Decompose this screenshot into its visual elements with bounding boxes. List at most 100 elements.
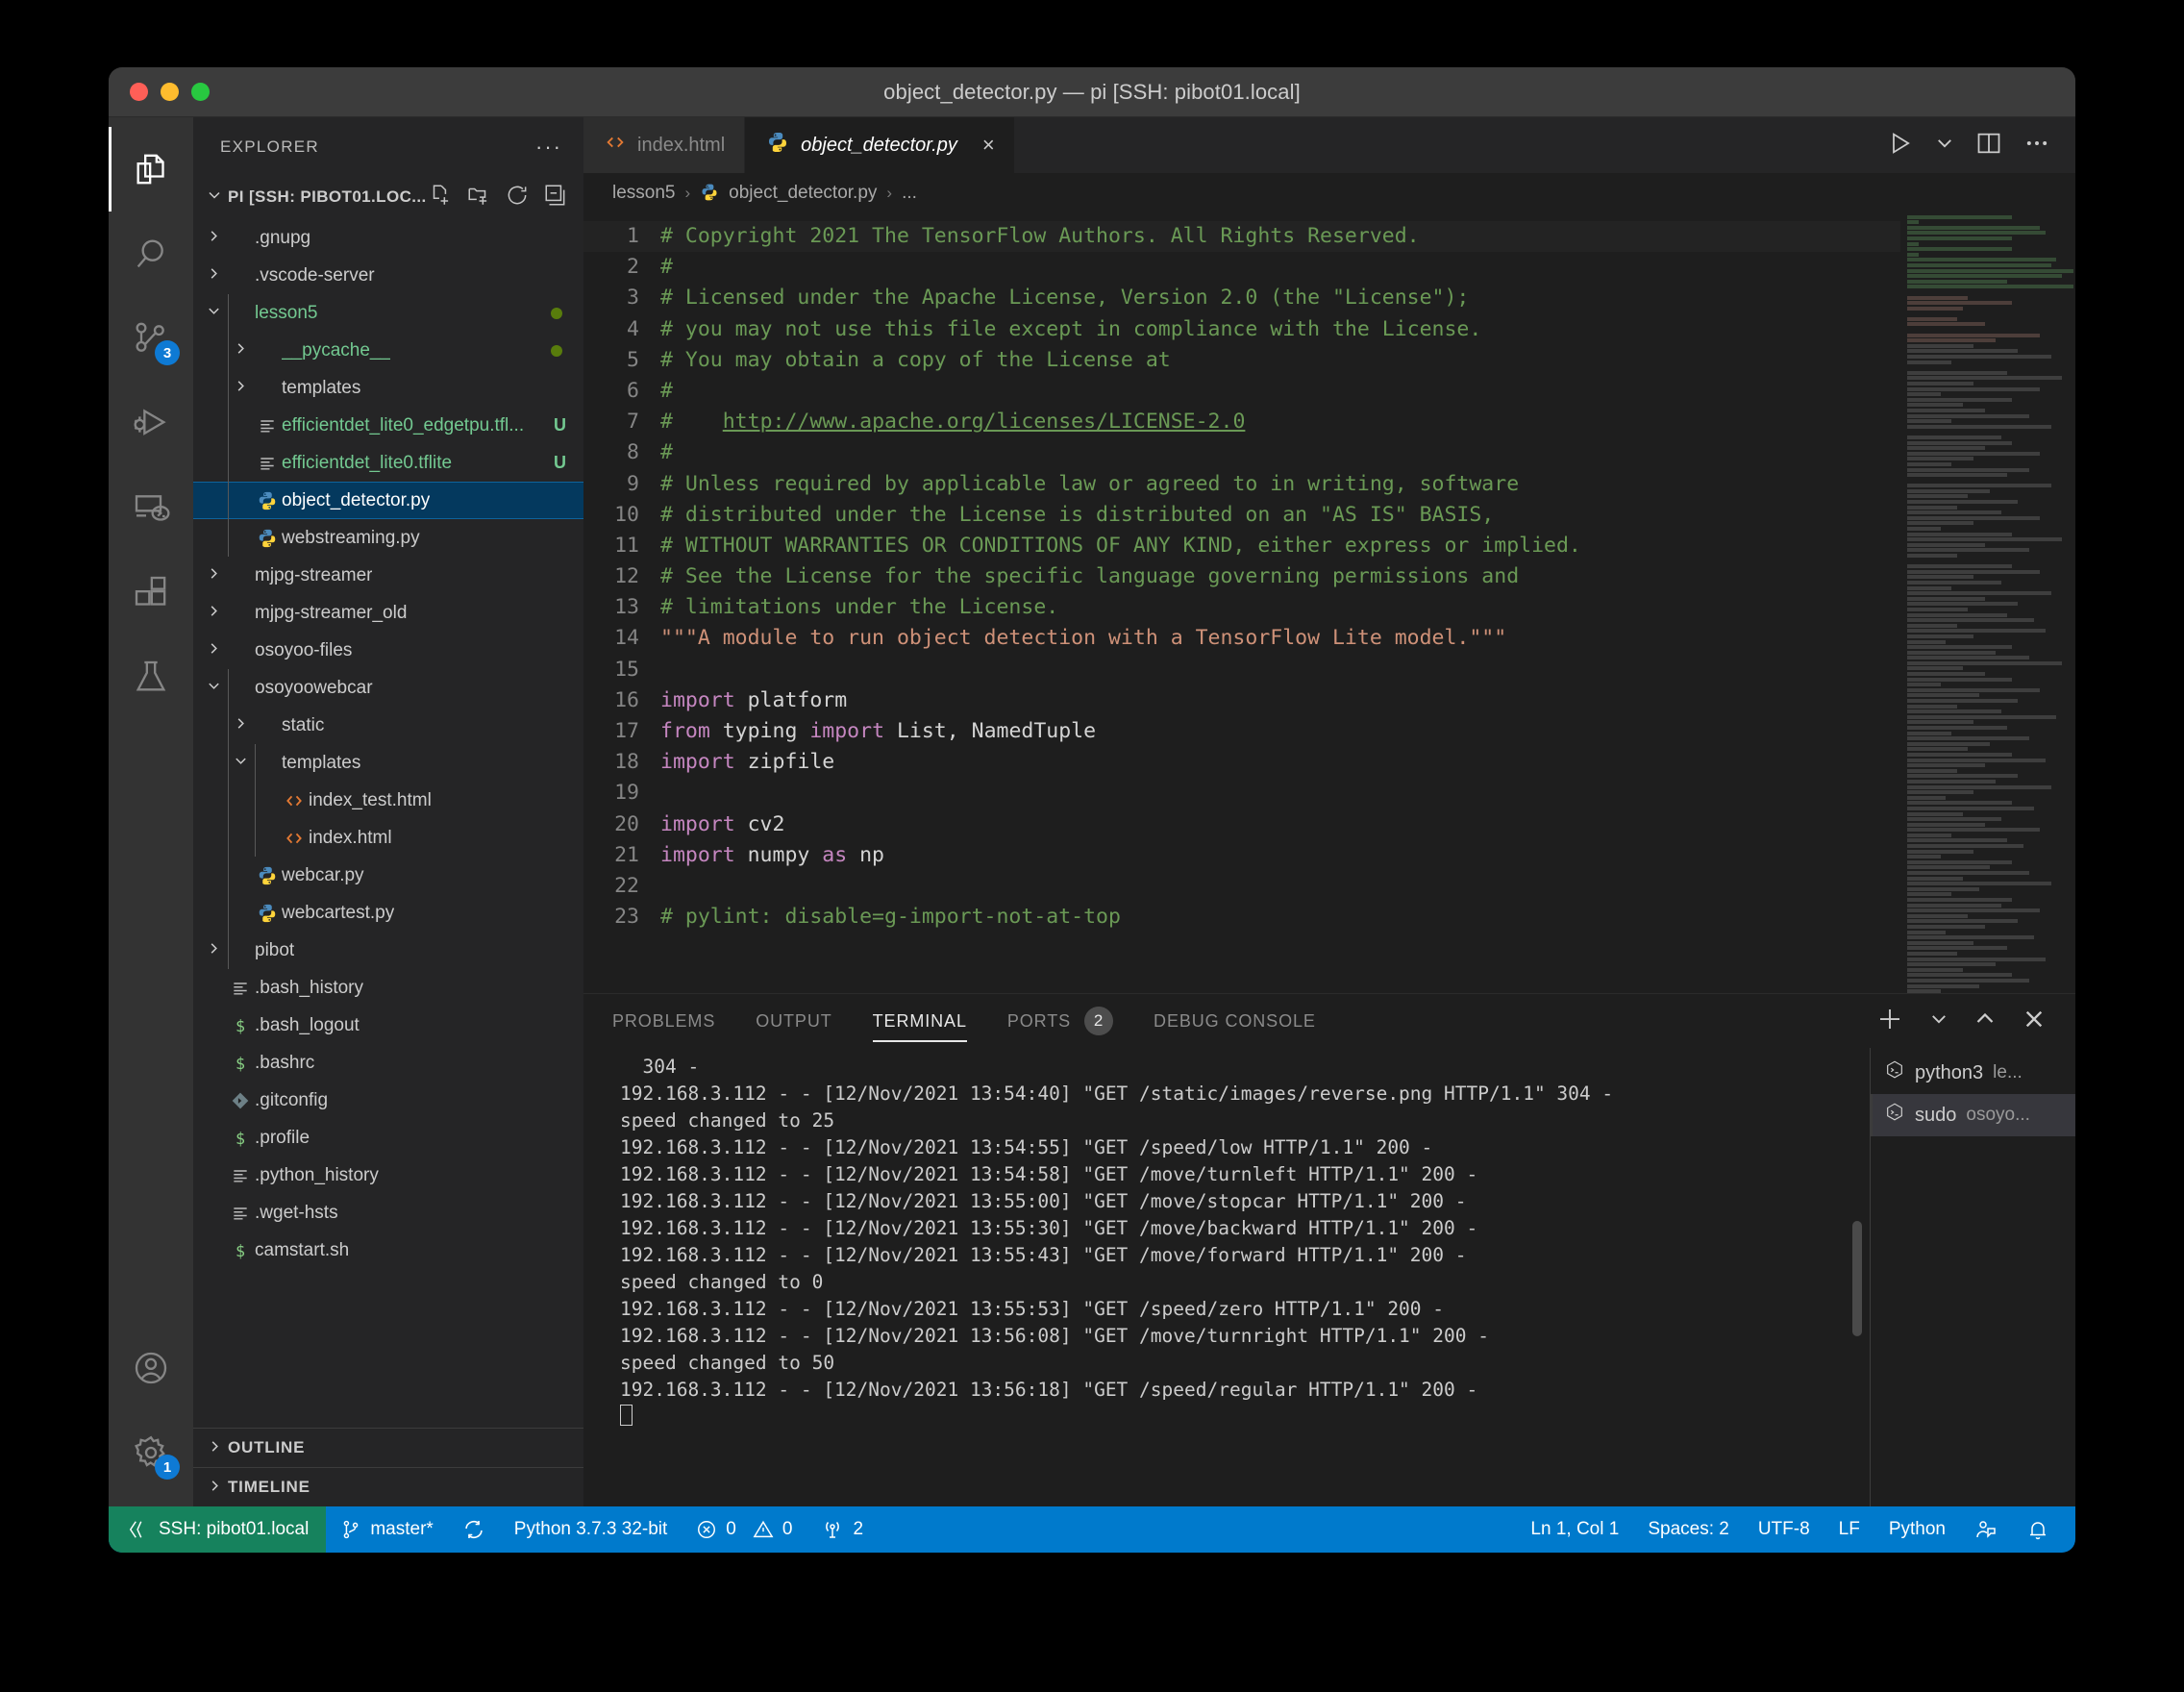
chevron-down-icon[interactable] xyxy=(1929,1009,1948,1033)
code-line[interactable]: 16 import platform xyxy=(583,685,2075,716)
split-editor-icon[interactable] xyxy=(1975,130,2002,162)
close-tab-icon[interactable]: × xyxy=(982,133,995,158)
activity-item-explorer[interactable] xyxy=(109,127,193,212)
chevron-right-icon[interactable] xyxy=(201,566,226,585)
status-interpreter[interactable]: Python 3.7.3 32-bit xyxy=(500,1506,682,1553)
tree-item-profile[interactable]: $ .profile xyxy=(193,1119,583,1157)
code-line[interactable]: 15 xyxy=(583,655,2075,685)
code-line[interactable]: 4 # you may not use this file except in c… xyxy=(583,314,2075,345)
status-indentation[interactable]: Spaces: 2 xyxy=(1633,1506,1744,1553)
tree-item-efficientdet-lite0-edgetpu-tfl[interactable]: efficientdet_lite0_edgetpu.tfl... U xyxy=(193,407,583,444)
sidebar-more-actions-icon[interactable]: ··· xyxy=(535,135,574,160)
maximize-panel-icon[interactable] xyxy=(1973,1008,1997,1035)
chevron-right-icon[interactable] xyxy=(201,229,226,247)
panel-tab-terminal[interactable]: TERMINAL xyxy=(872,994,968,1048)
status-notifications[interactable] xyxy=(2012,1506,2064,1553)
activity-item-search[interactable] xyxy=(109,212,193,296)
panel-tab-problems[interactable]: PROBLEMS xyxy=(612,994,715,1048)
tree-item-webstreaming-py[interactable]: webstreaming.py xyxy=(193,519,583,557)
activity-item-remote-explorer[interactable] xyxy=(109,465,193,550)
close-panel-icon[interactable] xyxy=(2022,1007,2047,1036)
tree-item-index-test-html[interactable]: index_test.html xyxy=(193,782,583,819)
chevron-down-icon[interactable] xyxy=(201,304,226,322)
more-actions-icon[interactable] xyxy=(2023,130,2050,162)
file-tree[interactable]: .gnupg .vscode-server lesson5 __pycache__ te… xyxy=(193,217,583,1428)
chevron-down-icon[interactable] xyxy=(201,187,228,208)
tree-item-vscode-server[interactable]: .vscode-server xyxy=(193,257,583,294)
code-line[interactable]: 20 import cv2 xyxy=(583,809,2075,840)
status-ports[interactable]: 2 xyxy=(807,1506,878,1553)
panel-tab-debug-console[interactable]: DEBUG CONSOLE xyxy=(1154,994,1316,1048)
tree-item-wget-hsts[interactable]: .wget-hsts xyxy=(193,1194,583,1232)
tree-item-python-history[interactable]: .python_history xyxy=(193,1157,583,1194)
chevron-right-icon[interactable] xyxy=(201,266,226,285)
run-icon[interactable] xyxy=(1887,130,1914,162)
code-line[interactable]: 10 # distributed under the License is dis… xyxy=(583,500,2075,531)
code-line[interactable]: 6 # xyxy=(583,376,2075,407)
activity-item-source-control[interactable]: 3 xyxy=(109,296,193,381)
tree-item-bash-history[interactable]: .bash_history xyxy=(193,969,583,1007)
code-line[interactable]: 18 import zipfile xyxy=(583,747,2075,778)
chevron-down-icon[interactable] xyxy=(1935,134,1954,158)
terminal-output-area[interactable]: 304 - 192.168.3.112 - - [12/Nov/2021 13:… xyxy=(583,1048,1870,1506)
chevron-right-icon[interactable] xyxy=(201,941,226,959)
activity-item-run-and-debug[interactable] xyxy=(109,381,193,465)
tree-item-bashrc[interactable]: $ .bashrc xyxy=(193,1044,583,1082)
tree-item-bash-logout[interactable]: $ .bash_logout xyxy=(193,1007,583,1044)
activity-item-testing[interactable] xyxy=(109,634,193,719)
code-line[interactable]: 13 # limitations under the License. xyxy=(583,592,2075,623)
tree-item-index-html[interactable]: index.html xyxy=(193,819,583,857)
status-sync[interactable] xyxy=(448,1506,500,1553)
code-line[interactable]: 22 xyxy=(583,871,2075,902)
code-line[interactable]: 19 xyxy=(583,778,2075,809)
chevron-down-icon[interactable] xyxy=(228,754,253,772)
tree-item-gitconfig[interactable]: .gitconfig xyxy=(193,1082,583,1119)
code-line[interactable]: 8 # xyxy=(583,437,2075,468)
tree-item-webcar-py[interactable]: webcar.py xyxy=(193,857,583,894)
activity-item-extensions[interactable] xyxy=(109,550,193,634)
code-line[interactable]: 21 import numpy as np xyxy=(583,840,2075,871)
code-line[interactable]: 1 # Copyright 2021 The TensorFlow Authors… xyxy=(583,221,2075,253)
minimap[interactable] xyxy=(1900,213,2075,993)
tree-item-lesson5[interactable]: lesson5 xyxy=(193,294,583,332)
chevron-right-icon[interactable] xyxy=(228,379,253,397)
tree-item-osoyoowebcar[interactable]: osoyoowebcar xyxy=(193,669,583,707)
status-problems[interactable]: 0 0 xyxy=(682,1506,807,1553)
explorer-root-row[interactable]: PI [SSH: PIBOT01.LOC... xyxy=(193,177,583,217)
code-line[interactable]: 11 # WITHOUT WARRANTIES OR CONDITIONS OF … xyxy=(583,531,2075,561)
code-line[interactable]: 5 # You may obtain a copy of the License … xyxy=(583,345,2075,376)
status-cursor-position[interactable]: Ln 1, Col 1 xyxy=(1516,1506,1633,1553)
collapse-all-icon[interactable] xyxy=(543,183,568,212)
tree-item-object-detector-py[interactable]: object_detector.py xyxy=(193,482,583,519)
new-folder-icon[interactable] xyxy=(466,183,491,212)
sidebar-section-outline[interactable]: OUTLINE xyxy=(193,1428,583,1467)
new-file-icon[interactable] xyxy=(428,183,453,212)
terminal-list-item-python3[interactable]: python3 le... xyxy=(1871,1052,2075,1094)
chevron-down-icon[interactable] xyxy=(201,679,226,697)
breadcrumb-item-symbol[interactable]: ... xyxy=(902,183,917,204)
panel-tab-ports[interactable]: PORTS 2 xyxy=(1007,994,1114,1048)
status-encoding[interactable]: UTF-8 xyxy=(1744,1506,1824,1553)
terminal-scrollbar[interactable] xyxy=(1852,1221,1862,1336)
code-line[interactable]: 17 from typing import List, NamedTuple xyxy=(583,716,2075,747)
code-lines[interactable]: 1 # Copyright 2021 The TensorFlow Authors… xyxy=(583,213,2075,993)
code-line[interactable]: 2 # xyxy=(583,252,2075,283)
tree-item-osoyoo-files[interactable]: osoyoo-files xyxy=(193,632,583,669)
terminal-list-item-sudo[interactable]: sudo osoyo... xyxy=(1871,1094,2075,1136)
status-feedback[interactable] xyxy=(1960,1506,2012,1553)
code-editor[interactable]: 1 # Copyright 2021 The TensorFlow Authors… xyxy=(583,213,2075,993)
activity-item-manage[interactable]: 1 xyxy=(109,1410,193,1495)
editor-tab-index-html[interactable]: index.html xyxy=(583,117,746,173)
code-line[interactable]: 3 # Licensed under the Apache License, Ve… xyxy=(583,283,2075,313)
refresh-icon[interactable] xyxy=(505,183,530,212)
sidebar-section-timeline[interactable]: TIMELINE xyxy=(193,1467,583,1506)
tree-item-templates[interactable]: templates xyxy=(193,369,583,407)
tree-item-webcartest-py[interactable]: webcartest.py xyxy=(193,894,583,932)
code-line[interactable]: 12 # See the License for the specific lan… xyxy=(583,561,2075,592)
status-branch[interactable]: master* xyxy=(326,1506,447,1553)
activity-item-accounts[interactable] xyxy=(109,1326,193,1410)
tree-item-mjpg-streamer[interactable]: mjpg-streamer xyxy=(193,557,583,594)
status-language-mode[interactable]: Python xyxy=(1874,1506,1960,1553)
tree-item-efficientdet-lite0-tflite[interactable]: efficientdet_lite0.tflite U xyxy=(193,444,583,482)
code-line[interactable]: 9 # Unless required by applicable law or … xyxy=(583,469,2075,500)
